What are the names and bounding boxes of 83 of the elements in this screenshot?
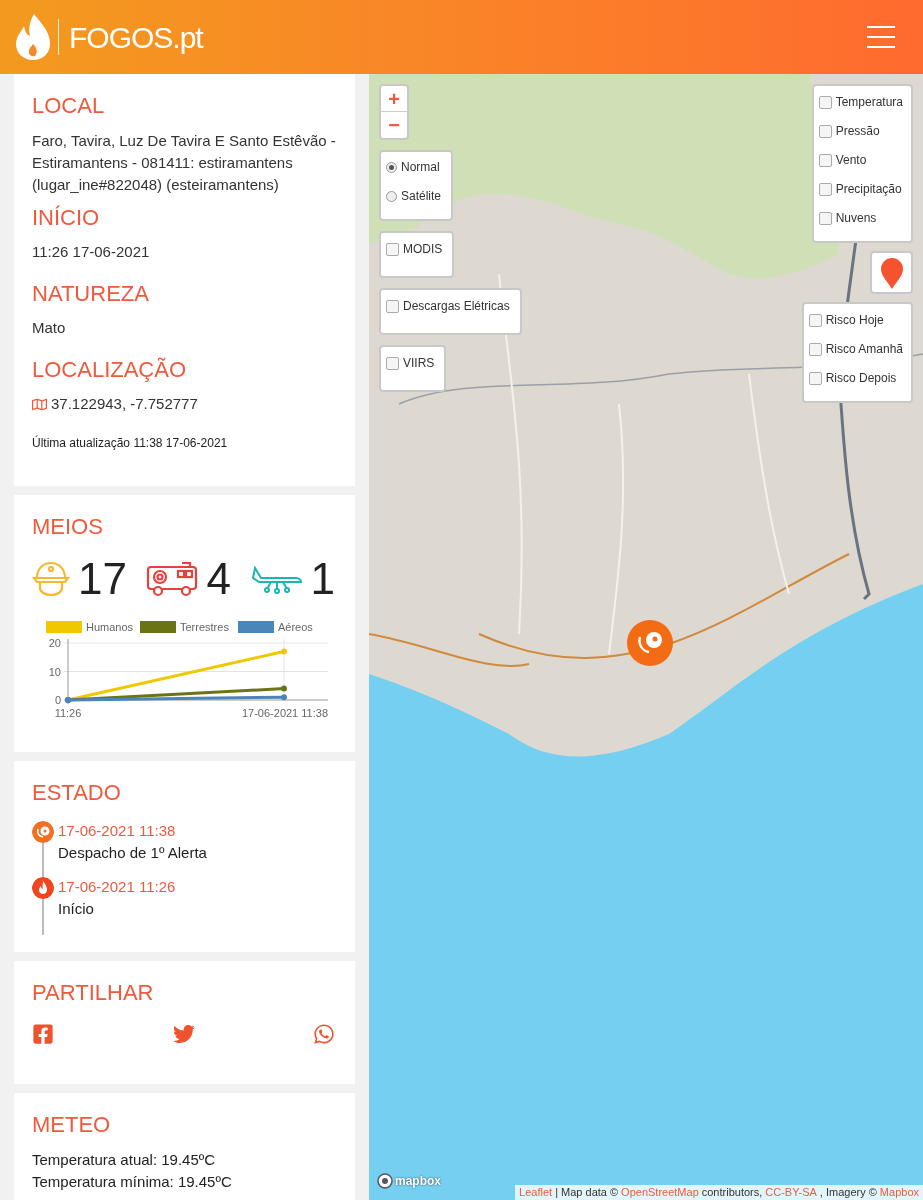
coordinates: 37.122943, -7.752777 — [51, 394, 198, 414]
nature-text: Mato — [32, 318, 67, 338]
count-value: 1 — [310, 556, 335, 601]
attribution-link[interactable]: OpenStreetMap — [621, 1185, 699, 1200]
twitter-share-link[interactable] — [172, 1022, 195, 1045]
weather-line: Temperatura atual: 19.45ºC — [32, 1149, 217, 1170]
axis-tick-label: 20 — [48, 636, 61, 649]
section-title: MEIOS — [32, 513, 104, 541]
facebook-share-link[interactable] — [32, 1022, 54, 1045]
event-label: Início — [58, 898, 95, 919]
fire-icon — [32, 876, 54, 899]
layer-label: Nuvens — [835, 210, 877, 227]
layer-label: Normal — [401, 159, 440, 176]
last-update: Última atualização 11:38 17-06-2021 — [32, 434, 229, 452]
layer-label: Risco Hoje — [825, 312, 884, 329]
dispatch-icon — [32, 820, 54, 843]
menu-button[interactable] — [867, 26, 895, 48]
flame-logo-icon — [14, 14, 52, 60]
checkbox[interactable] — [818, 124, 832, 138]
count-value: 4 — [206, 556, 231, 601]
mapbox-logo: mapbox — [395, 1173, 441, 1190]
helmet-icon — [32, 560, 70, 597]
checkbox[interactable] — [386, 299, 399, 313]
attribution-link[interactable]: Mapbox — [879, 1185, 919, 1200]
fire-marker-icon[interactable] — [627, 620, 673, 666]
legend-label: Aéreos — [278, 620, 313, 633]
checkbox[interactable] — [808, 342, 822, 356]
airplane-icon — [250, 563, 303, 594]
layer-label: VIIRS — [403, 355, 435, 372]
layer-label: Descargas Elétricas — [403, 298, 510, 315]
attribution-text: , Imagery © — [819, 1185, 877, 1200]
layer-label: MODIS — [403, 241, 443, 258]
count-value: 17 — [78, 556, 127, 601]
event-date: 17-06-2021 11:26 — [58, 876, 176, 897]
mapbox-logo-icon — [377, 1173, 393, 1189]
layer-label: Pressão — [835, 123, 880, 140]
layer-label: Precipitação — [835, 181, 902, 198]
axis-tick-label: 0 — [54, 693, 61, 706]
layer-label: Temperatura — [835, 94, 903, 111]
site-logo[interactable]: FOGOS.pt — [69, 14, 203, 60]
checkbox[interactable] — [818, 153, 832, 167]
checkbox[interactable] — [808, 313, 822, 327]
section-title: LOCAL — [32, 92, 106, 120]
layer-label: Risco Depois — [825, 370, 897, 387]
attribution-link[interactable]: CC-BY-SA — [765, 1185, 817, 1200]
section-title: ESTADO — [32, 779, 122, 807]
location-pin-button[interactable] — [870, 251, 913, 294]
attribution-link[interactable]: Leaflet — [519, 1185, 553, 1200]
event-label: Despacho de 1º Alerta — [58, 842, 207, 863]
layer-label: Satélite — [401, 188, 442, 205]
legend-label: Humanos — [86, 620, 134, 633]
location-text: Faro, Tavira, Luz De Tavira E Santo Estêvão - Estiramantens - 081411: estiramantens (lugar_ine#822048) (esteiramantens) — [32, 130, 337, 195]
axis-tick-label: 10 — [48, 665, 61, 677]
map-icon — [32, 396, 47, 412]
radio-button[interactable] — [386, 161, 397, 173]
event-date: 17-06-2021 11:38 — [58, 820, 177, 841]
checkbox[interactable] — [818, 182, 832, 196]
map-pin-icon — [879, 256, 904, 289]
axis-tick-label: 11:26 — [54, 706, 82, 719]
whatsapp-share-link[interactable] — [313, 1022, 335, 1045]
section-title: LOCALIZAÇÃO — [32, 355, 188, 383]
checkbox[interactable] — [386, 242, 399, 256]
layer-label: Risco Amanhã — [825, 341, 903, 358]
checkbox[interactable] — [808, 371, 822, 385]
section-title: NATUREZA — [32, 279, 150, 307]
section-title: PARTILHAR — [32, 979, 155, 1007]
data-point — [281, 648, 287, 655]
attribution-text: | Map data © — [555, 1185, 619, 1200]
start-time: 11:26 17-06-2021 — [32, 242, 151, 262]
weather-line: Temperatura mínima: 19.45ºC — [32, 1171, 233, 1192]
zoom-out-button[interactable]: − — [381, 112, 407, 138]
checkbox[interactable] — [818, 211, 832, 225]
checkbox[interactable] — [386, 356, 399, 370]
checkbox[interactable] — [818, 95, 832, 109]
fire-truck-icon — [146, 560, 199, 597]
layer-label: Vento — [835, 152, 867, 169]
radio-button[interactable] — [386, 190, 397, 202]
axis-tick-label: 17-06-2021 11:38 — [242, 706, 328, 719]
section-title: METEO — [32, 1111, 112, 1139]
attribution-text: contributors, — [701, 1185, 763, 1200]
legend-label: Terrestres — [180, 620, 229, 633]
zoom-in-button[interactable]: + — [381, 86, 407, 112]
section-title: INÍCIO — [32, 203, 101, 231]
